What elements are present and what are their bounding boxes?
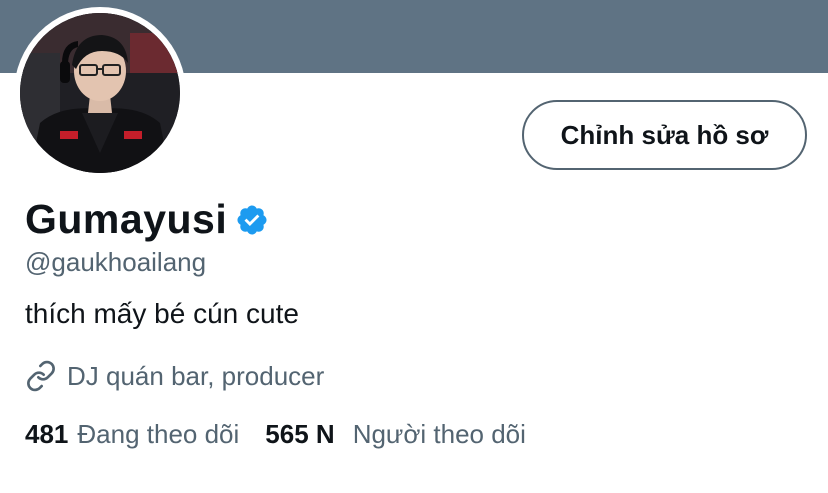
following-label: Đang theo dõi xyxy=(77,419,240,449)
profile-link: DJ quán bar, producer xyxy=(25,360,324,392)
profile-handle: @gaukhoailang xyxy=(25,247,207,277)
name-row: Gumayusi xyxy=(25,196,269,243)
followers-count: 565 N xyxy=(265,419,335,449)
edit-profile-button[interactable]: Chỉnh sửa hồ sơ xyxy=(522,100,807,170)
following-count: 481 xyxy=(25,419,69,449)
verified-badge-icon[interactable] xyxy=(235,203,269,237)
avatar-photo xyxy=(20,13,180,173)
profile-link-text: DJ quán bar, producer xyxy=(67,360,325,391)
profile-bio: thích mấy bé cún cute xyxy=(25,298,299,329)
edit-profile-label: Chỉnh sửa hồ sơ xyxy=(560,119,769,150)
display-name: Gumayusi xyxy=(25,196,228,242)
following-link[interactable]: 481 Đang theo dõi xyxy=(25,419,239,450)
avatar[interactable] xyxy=(20,13,180,173)
followers-label: Người theo dõi xyxy=(352,419,526,449)
followers-link[interactable]: 565 N Người theo dõi xyxy=(265,419,526,450)
follow-stats: 481 Đang theo dõi 565 N Người theo dõi xyxy=(25,419,526,450)
link-icon xyxy=(25,360,57,392)
